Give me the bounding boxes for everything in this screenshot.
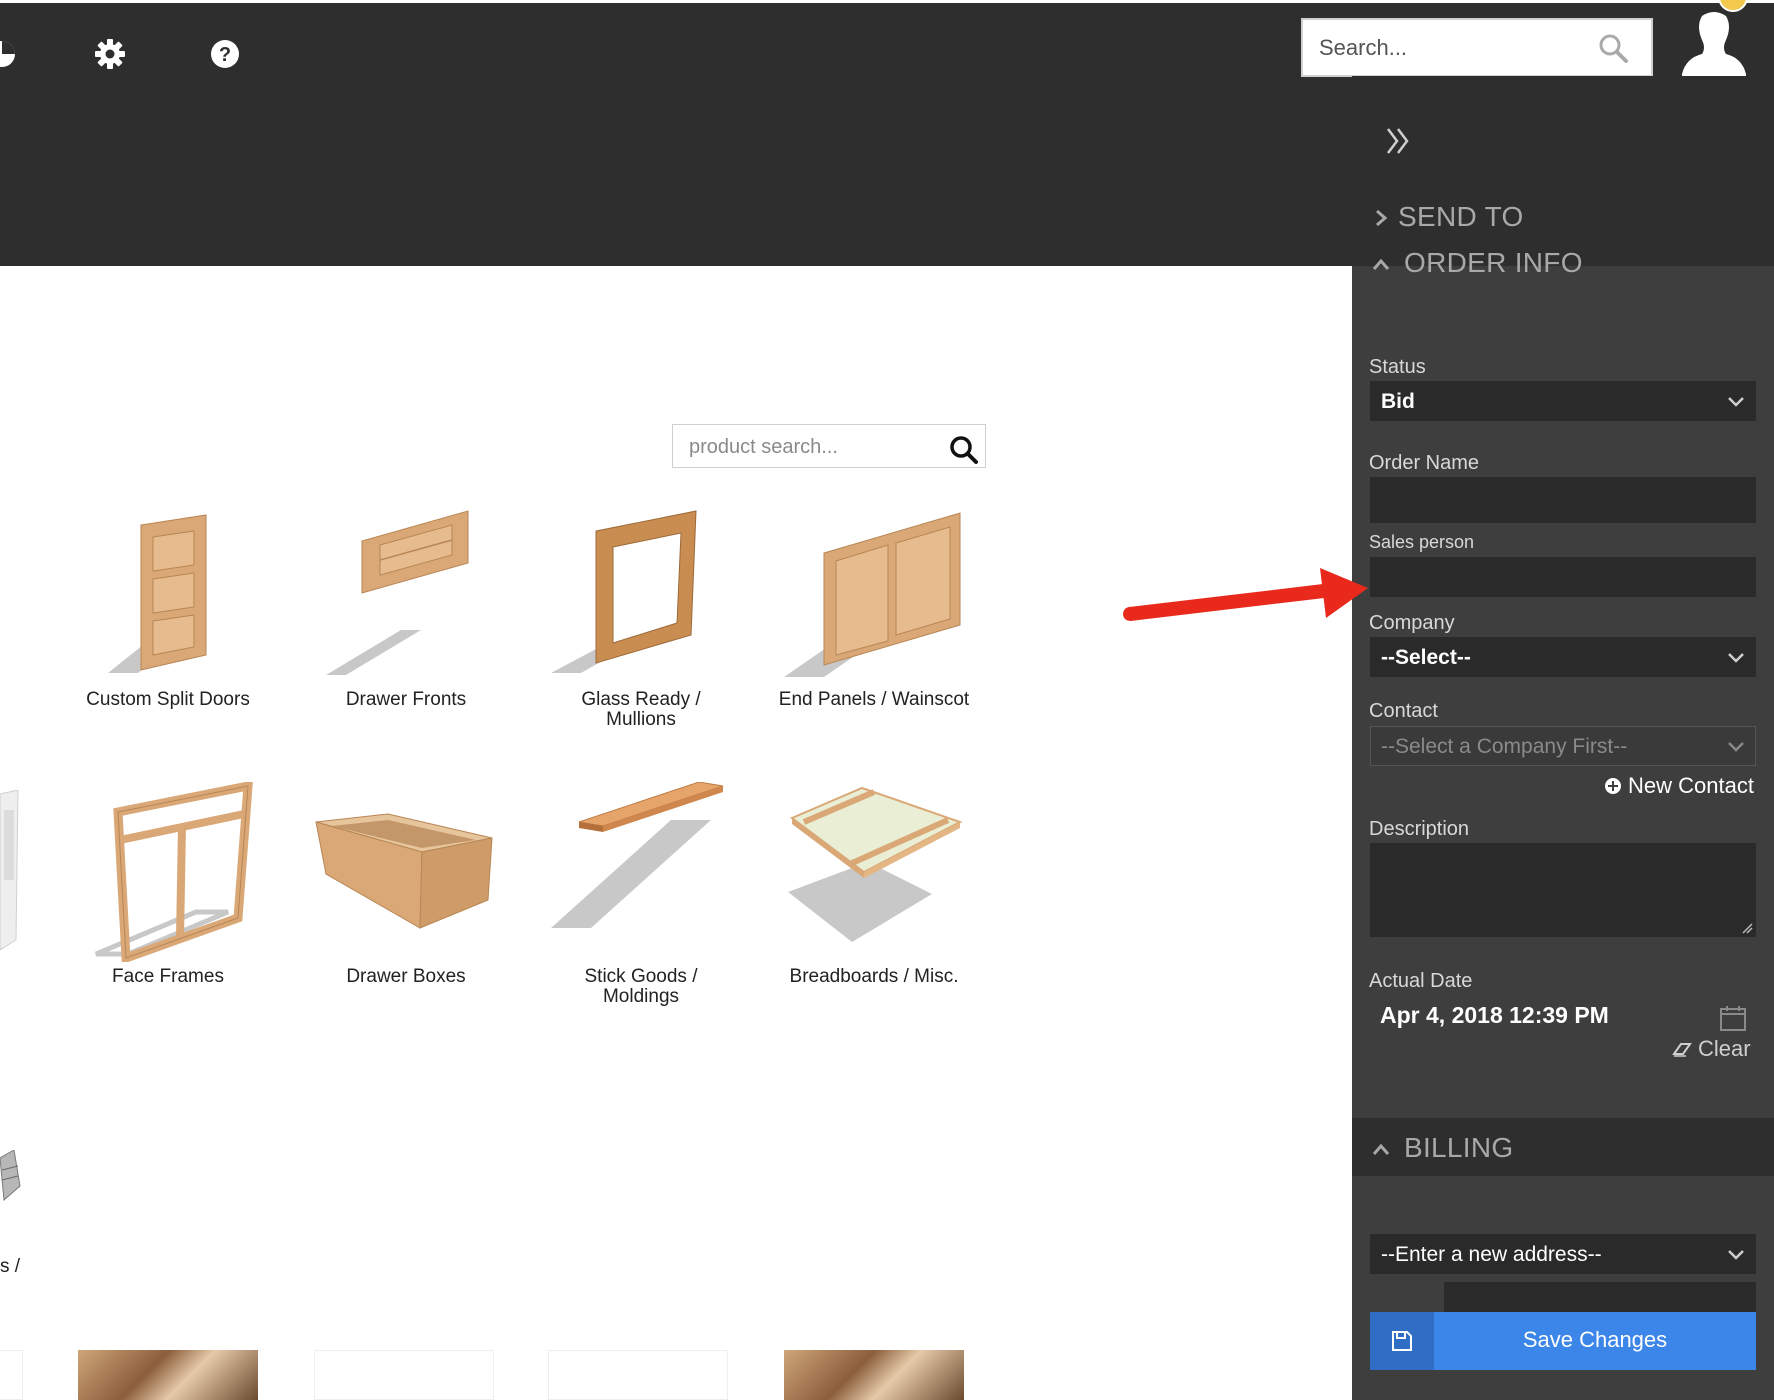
product-tile-drawer-boxes[interactable]: Drawer Boxes xyxy=(296,782,516,1012)
thumbnail-photo[interactable] xyxy=(784,1350,964,1400)
search-icon[interactable] xyxy=(949,435,979,465)
annotation-arrow-icon xyxy=(1123,568,1368,621)
thumbnail[interactable] xyxy=(0,1350,23,1400)
chevron-down-icon xyxy=(1728,742,1744,752)
glass-ready-frame-icon xyxy=(551,510,697,673)
order-name-label: Order Name xyxy=(1369,452,1480,474)
product-search-input[interactable] xyxy=(689,433,929,461)
tile-caption: Stick Goods / xyxy=(584,966,698,987)
billing-name-field[interactable] xyxy=(1444,1282,1756,1312)
tile-caption: Drawer Boxes xyxy=(346,966,466,987)
chevron-right-icon xyxy=(1376,209,1388,227)
partial-caption: s / xyxy=(0,1256,21,1277)
face-frame-icon xyxy=(95,782,253,962)
tile-caption-line2: Mullions xyxy=(606,709,676,730)
company-select[interactable]: --Select-- xyxy=(1370,637,1756,677)
billing-address-value: --Enter a new address-- xyxy=(1381,1243,1602,1266)
plus-circle-icon xyxy=(1605,778,1621,794)
save-changes-button[interactable]: Save Changes xyxy=(1370,1312,1756,1370)
floppy-disk-icon xyxy=(1392,1331,1412,1351)
breadboard-icon xyxy=(788,786,963,942)
save-changes-label: Save Changes xyxy=(1522,1327,1668,1352)
product-search[interactable] xyxy=(672,424,986,468)
sales-person-field[interactable] xyxy=(1370,557,1756,597)
section-send-to[interactable]: SEND TO xyxy=(1398,201,1524,233)
thumbnail[interactable] xyxy=(548,1350,728,1400)
product-tile-custom-split-doors[interactable]: Custom Split Doors xyxy=(58,505,278,735)
new-contact-label: New Contact xyxy=(1628,773,1754,798)
tile-caption-line2: Moldings xyxy=(602,986,680,1007)
order-name-field[interactable] xyxy=(1370,477,1756,523)
clear-date-link[interactable]: Clear xyxy=(1672,1036,1751,1062)
header-top-border xyxy=(0,0,1774,3)
tile-caption: Glass Ready / xyxy=(581,689,701,710)
product-tile-end-panels[interactable]: End Panels / Wainscot xyxy=(764,505,984,735)
search-icon[interactable] xyxy=(1597,32,1629,64)
end-panel-icon xyxy=(784,512,961,677)
calendar-icon[interactable] xyxy=(1719,1004,1747,1032)
product-tile-drawer-fronts[interactable]: Drawer Fronts xyxy=(296,505,516,735)
billing-address-select[interactable]: --Enter a new address-- xyxy=(1370,1234,1756,1274)
custom-split-door-icon xyxy=(108,514,207,673)
status-value: Bid xyxy=(1381,390,1415,413)
section-billing[interactable]: BILLING xyxy=(1404,1132,1513,1164)
product-tile-stick-goods[interactable]: Stick Goods / Moldings xyxy=(531,782,751,1012)
partial-product-image xyxy=(0,790,19,951)
chevron-down-icon xyxy=(1728,653,1744,663)
drawer-box-icon xyxy=(315,813,493,929)
status-select[interactable]: Bid xyxy=(1370,381,1756,421)
description-label: Description xyxy=(1369,818,1470,840)
drawer-front-icon xyxy=(326,510,469,675)
thumbnail-photo[interactable] xyxy=(78,1350,258,1400)
tile-caption: End Panels / Wainscot xyxy=(778,689,970,710)
tile-caption: Face Frames xyxy=(112,966,224,987)
partial-product-image-2 xyxy=(0,1150,21,1202)
tile-caption: Breadboards / Misc. xyxy=(789,966,959,987)
stick-goods-icon xyxy=(551,782,724,928)
user-icon[interactable] xyxy=(1680,10,1748,86)
tile-caption: Custom Split Doors xyxy=(86,689,250,710)
tile-caption: Drawer Fronts xyxy=(345,689,467,710)
description-textarea[interactable] xyxy=(1370,843,1756,937)
status-label: Status xyxy=(1369,356,1426,378)
company-label: Company xyxy=(1369,612,1455,634)
global-search-input[interactable] xyxy=(1319,30,1589,66)
chevron-up-icon xyxy=(1372,258,1390,270)
contact-select[interactable]: --Select a Company First-- xyxy=(1370,726,1756,766)
company-value: --Select-- xyxy=(1381,646,1471,669)
chart-icon[interactable] xyxy=(0,38,18,70)
sales-person-label: Sales person xyxy=(1369,532,1475,552)
section-order-info[interactable]: ORDER INFO xyxy=(1404,247,1583,279)
product-tile-glass-ready[interactable]: Glass Ready / Mullions xyxy=(531,505,751,735)
chevron-down-icon xyxy=(1728,1250,1744,1260)
gear-icon[interactable] xyxy=(94,38,126,70)
thumbnail[interactable] xyxy=(314,1350,494,1400)
clear-date-label: Clear xyxy=(1698,1036,1751,1061)
chevron-up-icon xyxy=(1372,1143,1390,1155)
new-contact-link[interactable]: New Contact xyxy=(1604,773,1754,799)
product-tile-face-frames[interactable]: Face Frames xyxy=(58,782,278,1012)
product-tile-breadboards[interactable]: Breadboards / Misc. xyxy=(764,782,984,1012)
contact-label: Contact xyxy=(1369,700,1438,722)
help-icon[interactable]: ? xyxy=(209,38,241,70)
collapse-panel-icon[interactable] xyxy=(1385,126,1411,156)
save-icon-box xyxy=(1370,1312,1434,1370)
contact-value: --Select a Company First-- xyxy=(1381,735,1628,758)
svg-text:?: ? xyxy=(219,44,231,66)
actual-date-label: Actual Date xyxy=(1369,970,1473,992)
chevron-down-icon xyxy=(1728,397,1744,407)
resize-handle-icon[interactable] xyxy=(1741,922,1753,934)
actual-date-value: Apr 4, 2018 12:39 PM xyxy=(1380,1002,1609,1028)
eraser-icon xyxy=(1672,1043,1692,1057)
global-search[interactable] xyxy=(1301,18,1653,77)
app-root: ? SEND TO ORDER INFO Status Bid Order Na… xyxy=(0,0,1774,1400)
